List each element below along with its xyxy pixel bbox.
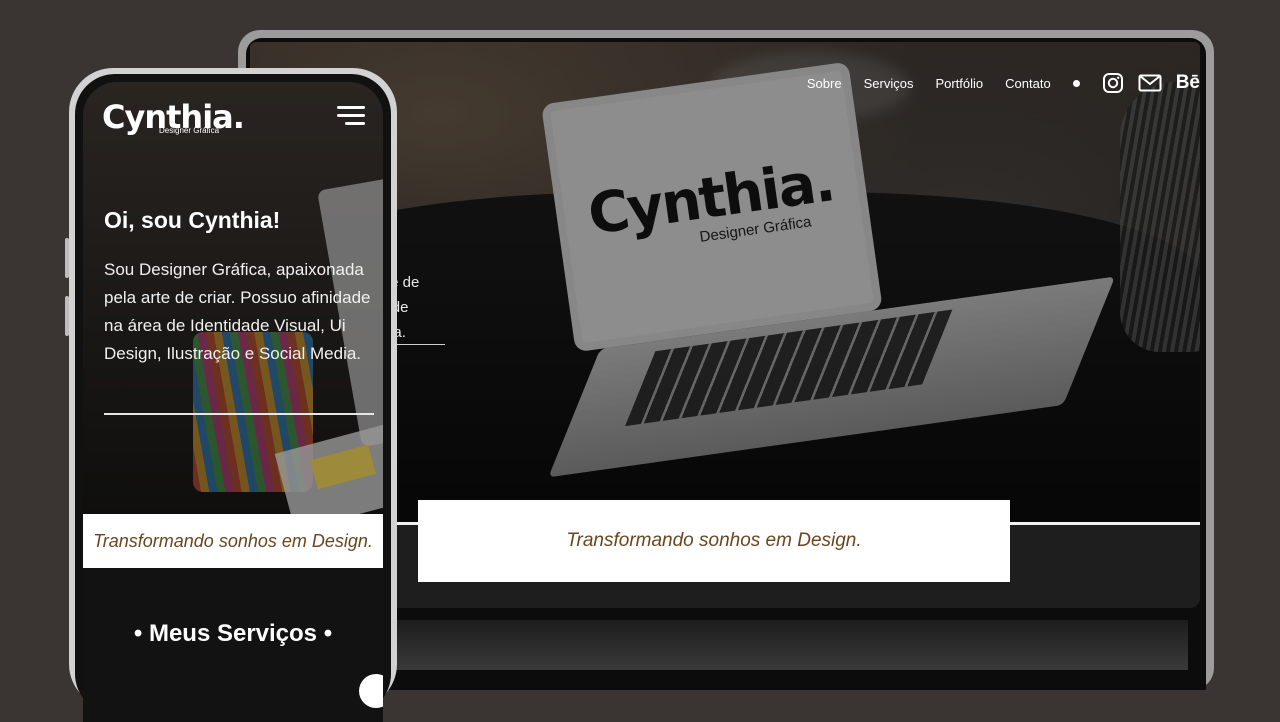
nav-item-sobre[interactable]: Sobre bbox=[807, 76, 842, 91]
instagram-icon[interactable] bbox=[1102, 72, 1124, 94]
services-heading: • Meus Serviços • bbox=[133, 620, 333, 647]
phone-tagline-box: Transformando sonhos em Design. bbox=[83, 514, 383, 568]
hamburger-menu-icon[interactable] bbox=[337, 106, 365, 126]
laptop-keyboard-edge bbox=[258, 620, 1188, 670]
nav-dot bbox=[1072, 79, 1080, 87]
tagline-text: Transformando sonhos em Design. bbox=[566, 530, 862, 551]
phone-logo-subtitle: Designer Gráfica bbox=[159, 126, 220, 135]
phone-bezel: Cynthia. Designer Gráfica Oi, sou Cynthi… bbox=[75, 74, 391, 722]
phone-screen: Cynthia. Designer Gráfica Oi, sou Cynthi… bbox=[83, 82, 383, 722]
phone-hero-title: Oi, sou Cynthia! bbox=[104, 207, 281, 233]
phone-intro-text: Sou Designer Gráfica, apaixonada pela ar… bbox=[104, 260, 371, 363]
tagline-box: Transformando sonhos em Design. bbox=[418, 500, 1010, 582]
nav-item-portfolio[interactable]: Portfólio bbox=[935, 76, 983, 91]
nav-item-contato[interactable]: Contato bbox=[1005, 76, 1051, 91]
nav-item-servicos[interactable]: Serviços bbox=[864, 76, 914, 91]
mail-icon[interactable] bbox=[1138, 74, 1162, 92]
phone-mockup: Cynthia. Designer Gráfica Oi, sou Cynthi… bbox=[65, 68, 397, 722]
scroll-button[interactable] bbox=[359, 674, 383, 708]
social-icons: Bē bbox=[1102, 72, 1200, 94]
phone-volume-button bbox=[65, 296, 69, 336]
laptop-navbar: Sobre Serviços Portfólio Contato Bē bbox=[807, 72, 1200, 94]
phone-hero: Cynthia. Designer Gráfica Oi, sou Cynthi… bbox=[83, 82, 383, 514]
behance-icon[interactable]: Bē bbox=[1176, 72, 1200, 94]
phone-volume-button bbox=[65, 238, 69, 278]
phone-tagline-text: Transformando sonhos em Design. bbox=[93, 530, 373, 551]
phone-intro-divider bbox=[104, 413, 374, 415]
